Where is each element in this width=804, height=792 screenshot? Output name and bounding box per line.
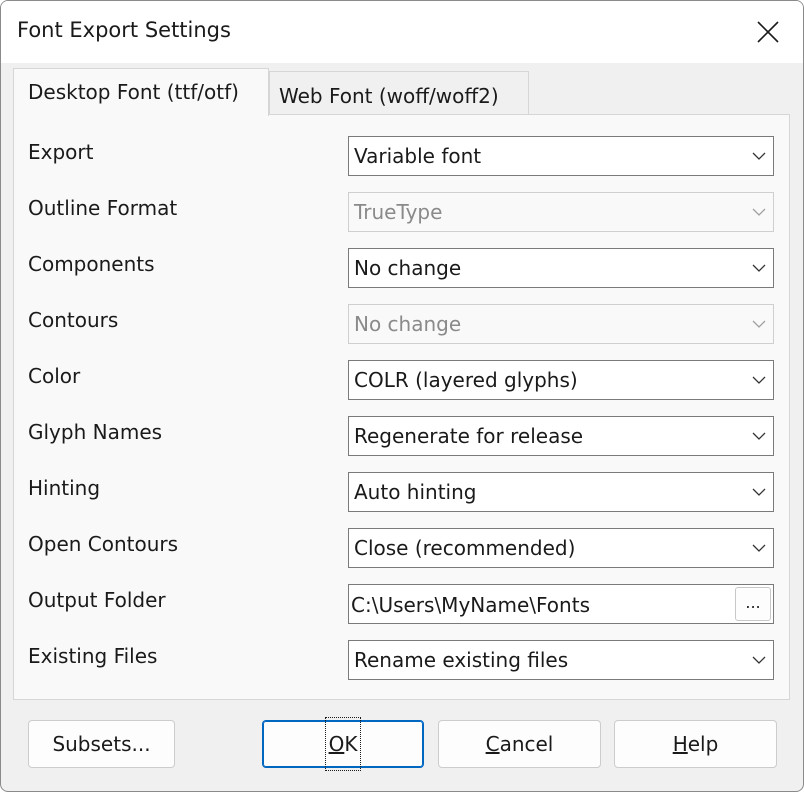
open-contours-select-value: Close (recommended) [354, 536, 576, 560]
chevron-down-icon [745, 641, 773, 679]
components-select-value: No change [354, 256, 462, 280]
existing-files-select-value: Rename existing files [354, 648, 569, 672]
contours-label: Contours [28, 308, 119, 332]
tab-strip: Desktop Font (ttf/otf) Web Font (woff/wo… [1, 63, 803, 116]
chevron-down-icon [745, 361, 773, 399]
contours-select: No change [348, 304, 774, 344]
ok-button-label: OK [324, 717, 362, 771]
output-folder-field: ... [348, 584, 774, 625]
export-select-value: Variable font [354, 144, 482, 168]
dialog-window: Font Export Settings Desktop Font (ttf/o… [0, 0, 804, 792]
close-button[interactable] [733, 1, 803, 63]
subsets-button[interactable]: Subsets... [28, 720, 175, 768]
open-contours-select[interactable]: Close (recommended) [348, 528, 774, 568]
components-select[interactable]: No change [348, 248, 774, 288]
color-select-value: COLR (layered glyphs) [354, 368, 578, 392]
hinting-label: Hinting [28, 476, 101, 500]
glyph-names-select-value: Regenerate for release [354, 424, 584, 448]
ok-button[interactable]: OK [262, 717, 424, 771]
cancel-button[interactable]: Cancel [438, 720, 601, 768]
title-bar: Font Export Settings [1, 1, 803, 63]
open-contours-label: Open Contours [28, 532, 179, 556]
chevron-down-icon [745, 417, 773, 455]
chevron-down-icon [745, 137, 773, 175]
chevron-down-icon [745, 305, 773, 343]
contours-select-value: No change [354, 312, 462, 336]
window-title: Font Export Settings [17, 18, 231, 42]
chevron-down-icon [745, 529, 773, 567]
tab-web-font[interactable]: Web Font (woff/woff2) [269, 71, 529, 115]
settings-panel: Export Variable font Outline Format True… [13, 114, 790, 700]
outline-format-select-value: TrueType [354, 200, 443, 224]
help-button-label: Help [672, 732, 719, 756]
hinting-select[interactable]: Auto hinting [348, 472, 774, 512]
glyph-names-label: Glyph Names [28, 420, 163, 444]
export-select[interactable]: Variable font [348, 136, 774, 176]
outline-format-label: Outline Format [28, 196, 178, 220]
existing-files-label: Existing Files [28, 644, 158, 668]
browse-folder-button[interactable]: ... [735, 587, 771, 621]
color-label: Color [28, 364, 81, 388]
help-button[interactable]: Help [614, 720, 777, 768]
hinting-select-value: Auto hinting [354, 480, 477, 504]
tab-desktop-font[interactable]: Desktop Font (ttf/otf) [13, 68, 269, 116]
close-icon [757, 21, 779, 43]
chevron-down-icon [745, 473, 773, 511]
chevron-down-icon [745, 249, 773, 287]
export-label: Export [28, 140, 94, 164]
output-folder-label: Output Folder [28, 588, 166, 612]
cancel-button-label: Cancel [485, 732, 554, 756]
color-select[interactable]: COLR (layered glyphs) [348, 360, 774, 400]
outline-format-select: TrueType [348, 192, 774, 232]
glyph-names-select[interactable]: Regenerate for release [348, 416, 774, 456]
output-folder-input[interactable] [349, 585, 737, 625]
chevron-down-icon [745, 193, 773, 231]
existing-files-select[interactable]: Rename existing files [348, 640, 774, 680]
components-label: Components [28, 252, 155, 276]
